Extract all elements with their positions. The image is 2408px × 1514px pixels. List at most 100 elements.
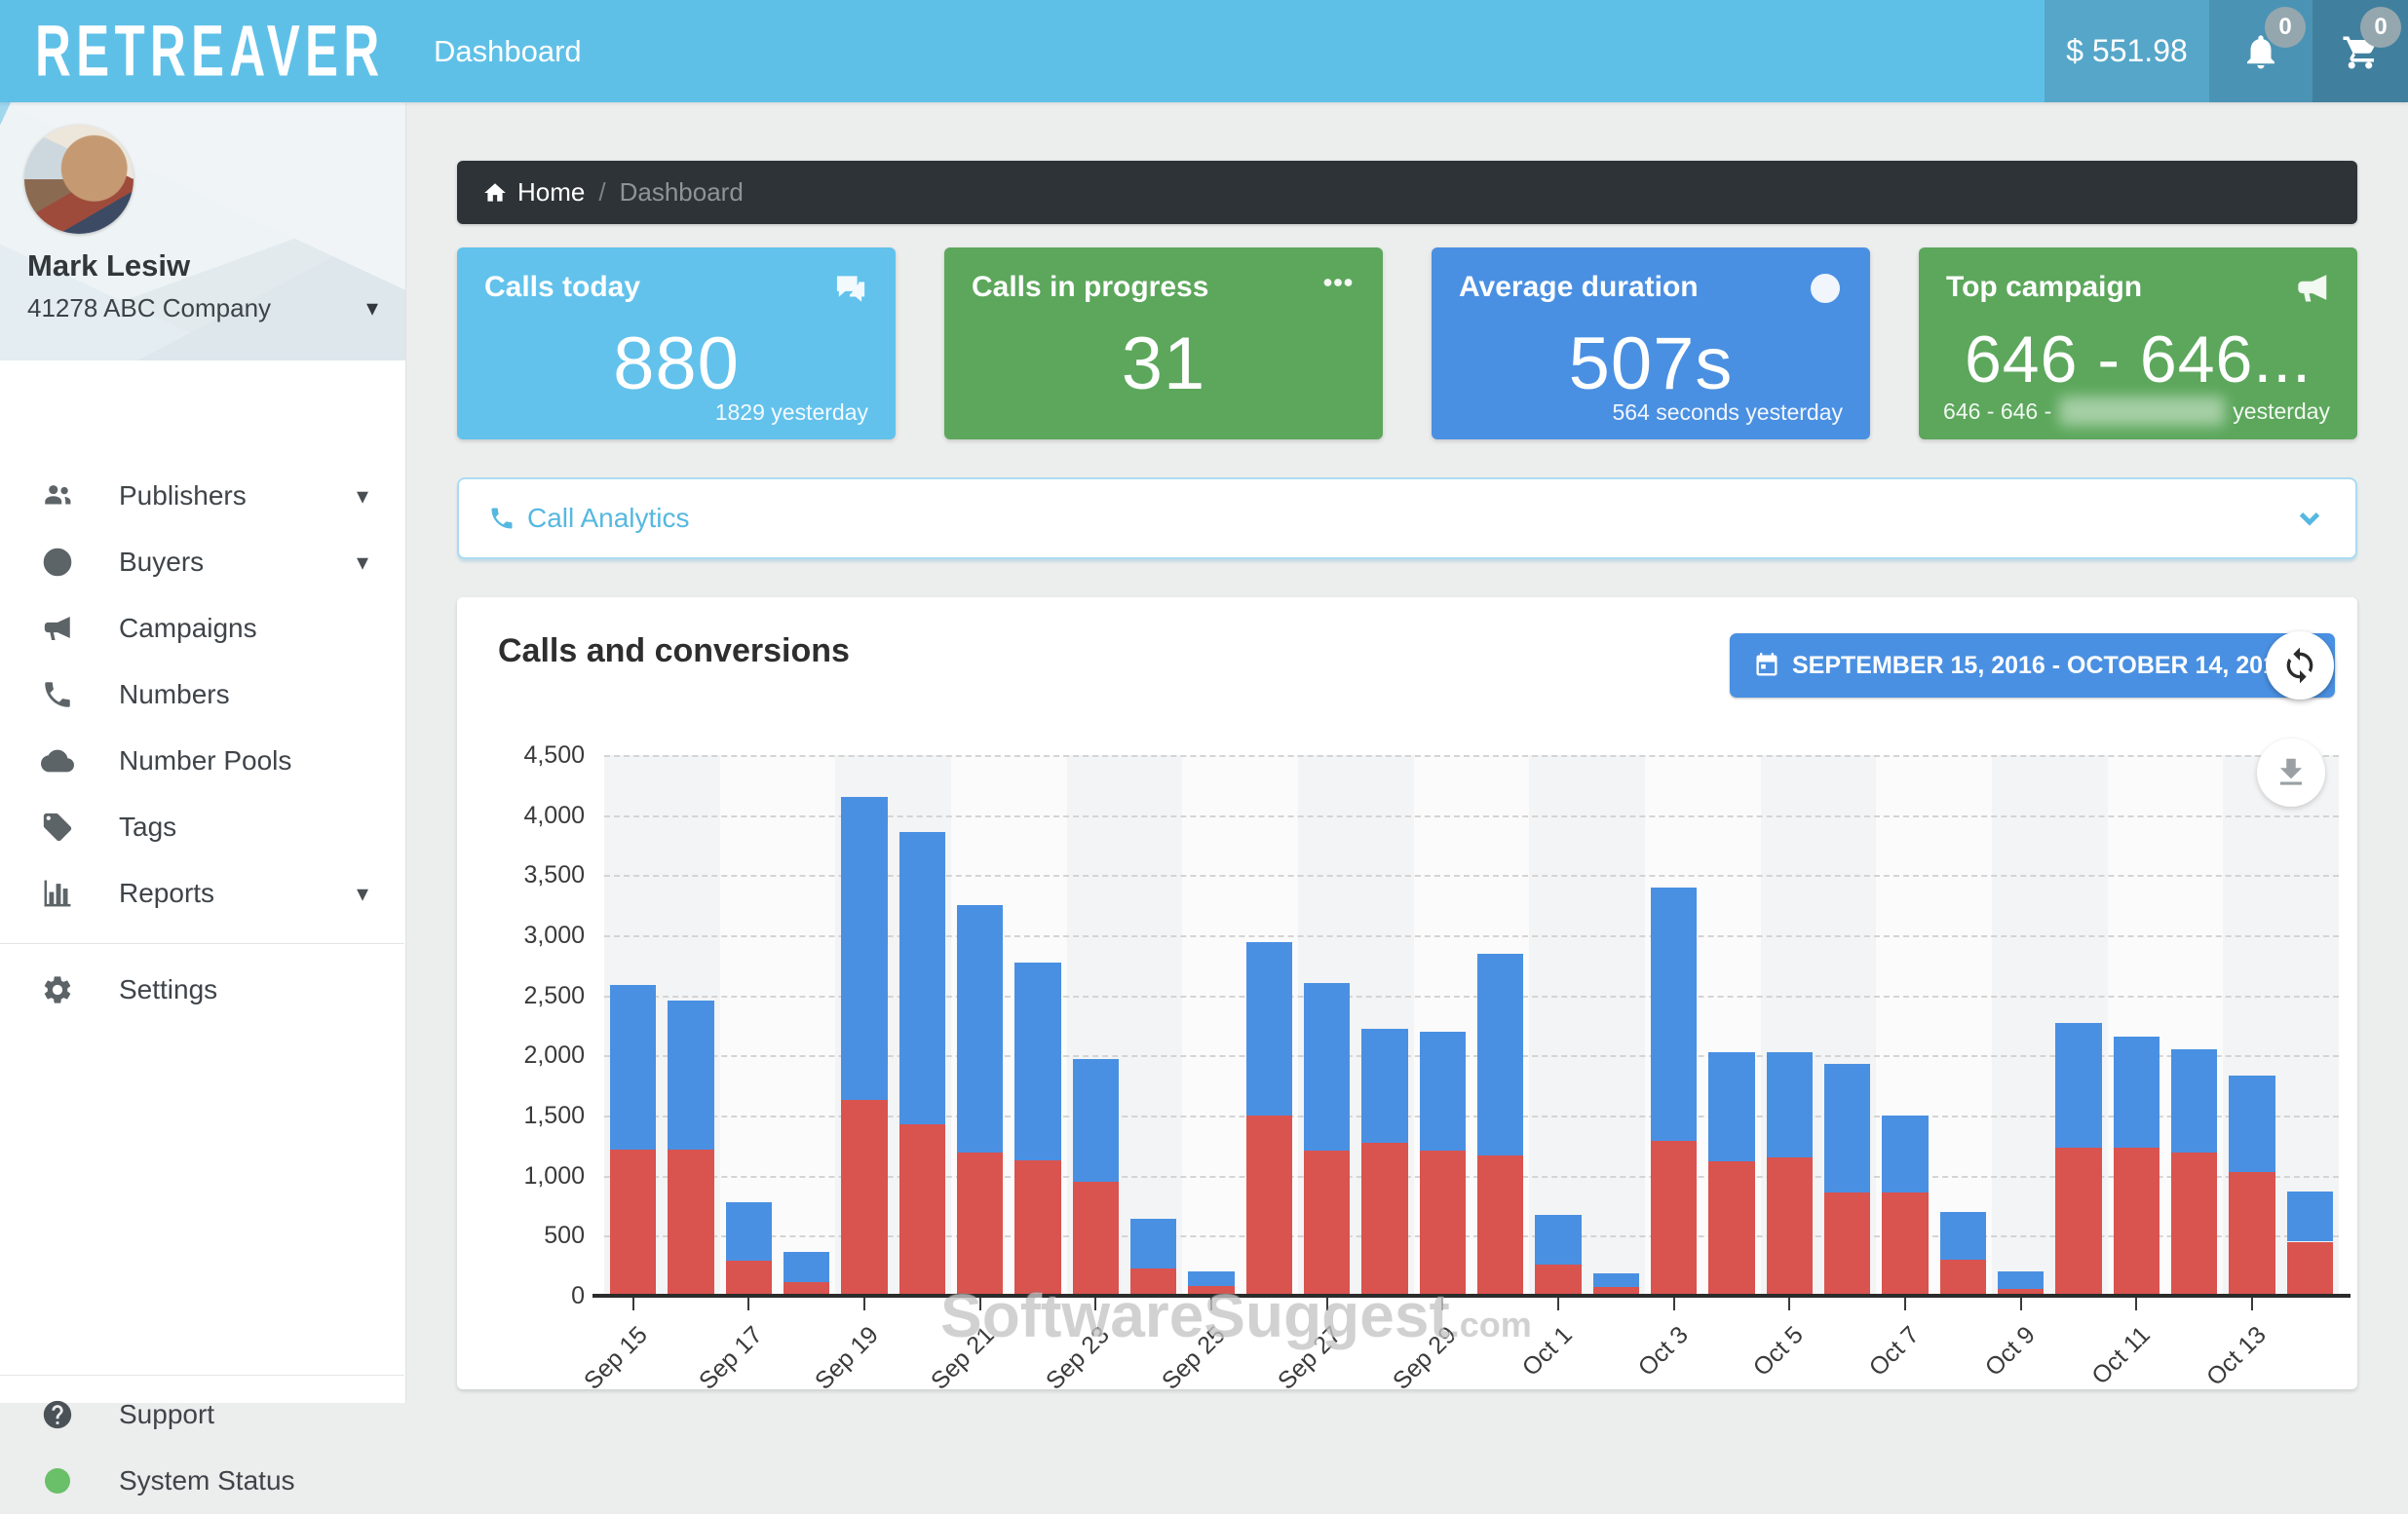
account-balance-button[interactable]: $ 551.98 bbox=[2045, 0, 2209, 102]
bar-segment-red[interactable] bbox=[668, 1150, 713, 1296]
bar-segment-red[interactable] bbox=[2114, 1148, 2160, 1296]
bar-segment-blue[interactable] bbox=[2114, 1037, 2160, 1149]
card-value: 31 bbox=[944, 322, 1383, 406]
bar-segment-blue[interactable] bbox=[610, 985, 656, 1150]
y-axis-label: 500 bbox=[448, 1222, 585, 1250]
bar-segment-blue[interactable] bbox=[957, 905, 1003, 1153]
stat-card-average-duration[interactable]: Average duration 507s 564 seconds yester… bbox=[1432, 247, 1870, 439]
account-switcher[interactable]: 41278 ABC Company ▾ bbox=[27, 293, 378, 323]
bar-segment-blue[interactable] bbox=[1477, 954, 1523, 1155]
bar-segment-red[interactable] bbox=[2055, 1148, 2101, 1296]
x-axis-tick bbox=[2020, 1298, 2022, 1310]
bar-segment-red[interactable] bbox=[957, 1153, 1003, 1296]
bar-segment-blue[interactable] bbox=[726, 1202, 772, 1261]
bar-segment-blue[interactable] bbox=[1882, 1116, 1928, 1192]
stat-card-top-campaign[interactable]: Top campaign 646 - 646... 646 - 646 - ye… bbox=[1919, 247, 2357, 439]
bar-segment-blue[interactable] bbox=[1420, 1032, 1466, 1151]
bar-segment-blue[interactable] bbox=[2287, 1192, 2333, 1242]
cart-button[interactable]: 0 bbox=[2312, 0, 2408, 102]
bar-segment-red[interactable] bbox=[1477, 1155, 1523, 1296]
bar-segment-blue[interactable] bbox=[1073, 1059, 1119, 1182]
tag-icon bbox=[37, 811, 78, 844]
refresh-icon bbox=[2280, 646, 2319, 685]
bar-segment-red[interactable] bbox=[1767, 1157, 1813, 1296]
breadcrumb-home[interactable]: Home bbox=[517, 177, 585, 208]
bar-segment-blue[interactable] bbox=[668, 1001, 713, 1150]
caret-down-icon: ▾ bbox=[357, 549, 368, 577]
sidebar-item-buyers[interactable]: Buyers ▾ bbox=[0, 529, 405, 595]
notifications-button[interactable]: 0 bbox=[2209, 0, 2312, 102]
breadcrumb-current: Dashboard bbox=[620, 177, 744, 208]
bar-segment-blue[interactable] bbox=[899, 832, 945, 1124]
sidebar-item-tags[interactable]: Tags bbox=[0, 794, 405, 860]
bar-segment-blue[interactable] bbox=[784, 1252, 829, 1282]
question-circle-icon bbox=[37, 1398, 78, 1431]
date-range-button[interactable]: SEPTEMBER 15, 2016 - OCTOBER 14, 2016 ▾ bbox=[1730, 633, 2335, 698]
bar-segment-red[interactable] bbox=[2229, 1172, 2274, 1296]
app-logo[interactable]: RETREAVER bbox=[35, 10, 385, 94]
bar-segment-blue[interactable] bbox=[1708, 1052, 1754, 1161]
bar-segment-red[interactable] bbox=[1708, 1161, 1754, 1296]
sidebar-item-number-pools[interactable]: Number Pools bbox=[0, 728, 405, 794]
bar-segment-blue[interactable] bbox=[1246, 942, 1292, 1116]
bar-segment-blue[interactable] bbox=[1361, 1029, 1407, 1143]
stat-card-calls-in-progress[interactable]: Calls in progress 31 bbox=[944, 247, 1383, 439]
refresh-button[interactable] bbox=[2266, 631, 2334, 700]
bar-segment-blue[interactable] bbox=[2055, 1023, 2101, 1148]
sidebar-item-system-status[interactable]: System Status bbox=[0, 1448, 405, 1514]
bar-segment-red[interactable] bbox=[1882, 1192, 1928, 1296]
sidebar-item-campaigns[interactable]: Campaigns bbox=[0, 595, 405, 662]
bar-segment-red[interactable] bbox=[1014, 1160, 1060, 1296]
sidebar-item-settings[interactable]: Settings bbox=[0, 957, 405, 1023]
sidebar-item-label: System Status bbox=[119, 1465, 295, 1496]
sidebar-item-support[interactable]: Support bbox=[0, 1382, 405, 1448]
home-icon bbox=[482, 180, 508, 206]
sidebar-item-label: Numbers bbox=[119, 679, 230, 710]
bar-segment-red[interactable] bbox=[1130, 1268, 1176, 1296]
sidebar-item-publishers[interactable]: Publishers ▾ bbox=[0, 463, 405, 529]
bar-segment-blue[interactable] bbox=[1188, 1271, 1234, 1286]
notifications-badge: 0 bbox=[2265, 7, 2306, 48]
bullseye-icon bbox=[37, 546, 78, 579]
bar-segment-blue[interactable] bbox=[1940, 1212, 1986, 1260]
bar-segment-blue[interactable] bbox=[841, 797, 887, 1100]
call-analytics-panel[interactable]: Call Analytics bbox=[457, 477, 2357, 559]
card-value: 880 bbox=[457, 322, 896, 406]
card-title: Average duration bbox=[1459, 271, 1699, 304]
bar-segment-red[interactable] bbox=[1073, 1182, 1119, 1296]
bar-segment-red[interactable] bbox=[1304, 1151, 1350, 1296]
stat-card-calls-today[interactable]: Calls today 880 1829 yesterday bbox=[457, 247, 896, 439]
download-button[interactable] bbox=[2257, 738, 2325, 807]
bar-segment-red[interactable] bbox=[1940, 1260, 1986, 1296]
bar-segment-red[interactable] bbox=[1361, 1143, 1407, 1296]
bar-segment-blue[interactable] bbox=[1998, 1271, 2044, 1288]
bar-segment-red[interactable] bbox=[899, 1124, 945, 1296]
bar-segment-red[interactable] bbox=[1824, 1192, 1870, 1296]
bar-segment-red[interactable] bbox=[1535, 1265, 1581, 1296]
bar-segment-red[interactable] bbox=[1651, 1141, 1697, 1296]
bar-segment-blue[interactable] bbox=[1767, 1052, 1813, 1158]
bar-segment-red[interactable] bbox=[1420, 1151, 1466, 1296]
sidebar-item-numbers[interactable]: Numbers bbox=[0, 662, 405, 728]
bar-segment-blue[interactable] bbox=[1304, 983, 1350, 1150]
bar-segment-blue[interactable] bbox=[1535, 1215, 1581, 1265]
bar-segment-blue[interactable] bbox=[1130, 1219, 1176, 1268]
sidebar-divider bbox=[0, 1375, 404, 1376]
bar-segment-red[interactable] bbox=[2171, 1153, 2217, 1296]
sidebar-item-label: Settings bbox=[119, 974, 217, 1005]
bar-segment-blue[interactable] bbox=[1824, 1064, 1870, 1192]
bar-segment-blue[interactable] bbox=[1593, 1273, 1639, 1288]
bar-segment-red[interactable] bbox=[2287, 1242, 2333, 1297]
bar-segment-blue[interactable] bbox=[1014, 963, 1060, 1159]
bar-segment-red[interactable] bbox=[610, 1150, 656, 1296]
y-axis-label: 4,000 bbox=[448, 802, 585, 830]
sidebar-item-reports[interactable]: Reports ▾ bbox=[0, 860, 405, 927]
bar-segment-red[interactable] bbox=[841, 1100, 887, 1296]
sidebar-item-label: Number Pools bbox=[119, 745, 291, 776]
bar-segment-red[interactable] bbox=[726, 1261, 772, 1296]
bar-segment-red[interactable] bbox=[1246, 1116, 1292, 1296]
bar-segment-blue[interactable] bbox=[2171, 1049, 2217, 1153]
card-title: Top campaign bbox=[1946, 271, 2142, 304]
bar-segment-blue[interactable] bbox=[1651, 888, 1697, 1141]
bar-segment-blue[interactable] bbox=[2229, 1076, 2274, 1172]
